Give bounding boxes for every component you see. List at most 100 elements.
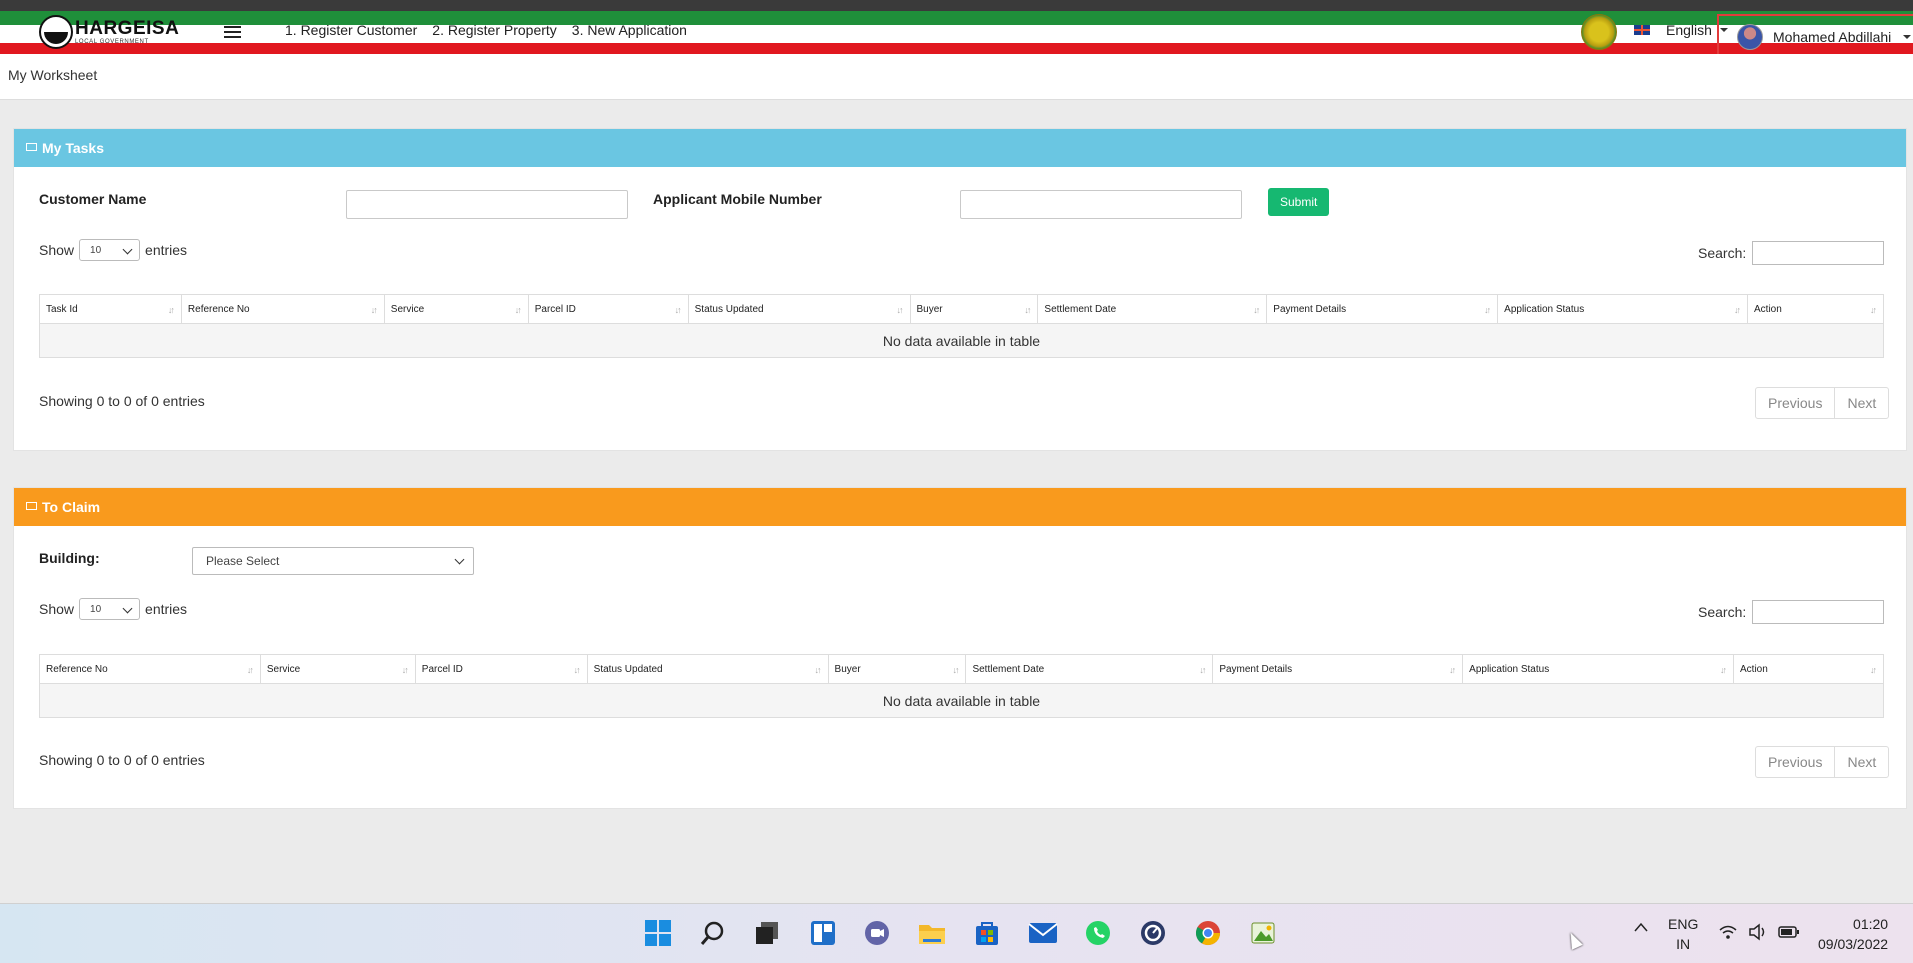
sort-icon: ↓↑ (370, 305, 378, 315)
entries-select[interactable]: 10 (79, 239, 141, 261)
logo-text: HARGEISA (75, 18, 180, 39)
top-nav: 1. Register Customer 2. Register Propert… (285, 22, 687, 38)
sort-icon: ↓↑ (1484, 305, 1491, 315)
to-claim-panel: To Claim Building: Please Select Show 10… (13, 487, 1907, 809)
customer-name-label: Customer Name (39, 191, 147, 207)
my-tasks-header: My Tasks (14, 129, 1906, 167)
wifi-icon[interactable] (1719, 924, 1737, 943)
col-settlement-date[interactable]: Settlement Date ↓↑ (965, 654, 1214, 684)
table-row: No data available in table (39, 683, 1884, 718)
browser-top-strip (0, 0, 1913, 11)
col-reference-no[interactable]: Reference No ↓↑ (39, 654, 261, 684)
sort-icon: ↓↑ (401, 665, 409, 675)
windows-start-icon[interactable] (643, 918, 673, 948)
worksheet-bar: My Worksheet (0, 54, 1913, 100)
app-icon[interactable] (1138, 918, 1168, 948)
tasks-table: Task Id ↓↑ Reference No ↓↑ Service ↓↑ Parce… (39, 294, 1884, 358)
chrome-icon[interactable] (1193, 918, 1223, 948)
col-buyer[interactable]: Buyer ↓↑ (827, 654, 967, 684)
volume-icon[interactable] (1748, 923, 1768, 944)
teams-chat-icon[interactable] (862, 918, 892, 948)
col-application-status[interactable]: Application Status ↓↑ (1462, 654, 1734, 684)
empty-message: No data available in table (39, 683, 1884, 718)
col-reference-no[interactable]: Reference No ↓↑ (180, 294, 385, 324)
col-status-updated[interactable]: Status Updated ↓↑ (586, 654, 829, 684)
search-label: Search: (1698, 245, 1747, 261)
nav-register-customer[interactable]: 1. Register Customer (285, 22, 417, 38)
table-header-row: Task Id ↓↑ Reference No ↓↑ Service ↓↑ Parce… (39, 294, 1884, 324)
col-application-status[interactable]: Application Status ↓↑ (1497, 294, 1749, 324)
sort-icon: ↓↑ (896, 305, 904, 315)
sort-icon: ↓↑ (246, 665, 254, 675)
pagination: Previous Next (1755, 746, 1890, 778)
sort-icon: ↓↑ (814, 665, 822, 675)
customer-name-input[interactable] (346, 190, 628, 219)
col-task-id[interactable]: Task Id ↓↑ (39, 294, 182, 324)
widgets-icon[interactable] (808, 918, 838, 948)
logo-subtext: LOCAL GOVERNMENT (75, 39, 149, 45)
col-status-updated[interactable]: Status Updated ↓↑ (687, 294, 911, 324)
table-info: Showing 0 to 0 of 0 entries (39, 393, 205, 409)
building-select[interactable]: Please Select (192, 547, 474, 575)
col-payment-details[interactable]: Payment Details ↓↑ (1212, 654, 1464, 684)
search-icon[interactable] (698, 918, 728, 948)
sort-icon: ↓↑ (1734, 305, 1741, 315)
hargeisa-logo[interactable]: HARGEISA LOCAL GOVERNMENT (39, 15, 179, 49)
nav-register-property[interactable]: 2. Register Property (432, 22, 557, 38)
whatsapp-icon[interactable] (1083, 918, 1113, 948)
battery-icon[interactable] (1778, 925, 1800, 941)
sort-icon: ↓↑ (1449, 665, 1456, 675)
task-view-icon[interactable] (752, 918, 782, 948)
search-input[interactable] (1752, 600, 1885, 624)
sort-icon: ↓↑ (1870, 665, 1877, 675)
table-search: Search: (1698, 600, 1885, 624)
sort-icon: ↓↑ (1720, 665, 1727, 675)
store-icon[interactable] (972, 918, 1002, 948)
show-hidden-icons-icon[interactable] (1633, 920, 1649, 936)
next-button[interactable]: Next (1834, 388, 1888, 418)
col-service[interactable]: Service ↓↑ (383, 294, 529, 324)
system-clock[interactable]: 01:20 09/03/2022 (1818, 914, 1888, 954)
sort-icon: ↓↑ (1253, 305, 1260, 315)
language-label: English (1666, 22, 1712, 38)
user-menu[interactable]: Mohamed Abdillahi (1717, 14, 1913, 59)
image-app-icon[interactable] (1248, 918, 1278, 948)
panel-icon (26, 502, 37, 510)
submit-button[interactable]: Submit (1268, 188, 1330, 216)
menu-toggle-icon[interactable] (224, 26, 241, 38)
col-settlement-date[interactable]: Settlement Date ↓↑ (1037, 294, 1268, 324)
nav-new-application[interactable]: 3. New Application (572, 22, 687, 38)
col-action[interactable]: Action ↓↑ (1747, 294, 1884, 324)
language-dropdown[interactable]: English (1634, 22, 1728, 38)
sort-icon: ↓↑ (167, 305, 175, 315)
chevron-down-icon (1903, 34, 1912, 39)
building-label: Building: (39, 550, 100, 566)
page-title: My Worksheet (8, 67, 98, 83)
search-input[interactable] (1752, 241, 1885, 265)
col-action[interactable]: Action ↓↑ (1733, 654, 1884, 684)
clock-time: 01:20 (1853, 916, 1889, 932)
col-parcel-id[interactable]: Parcel ID ↓↑ (527, 294, 689, 324)
flag-red-band (0, 43, 1913, 54)
user-name: Mohamed Abdillahi (1773, 28, 1892, 45)
mobile-number-label: Applicant Mobile Number (653, 191, 822, 207)
next-button[interactable]: Next (1834, 747, 1888, 777)
input-language-indicator[interactable]: ENG IN (1668, 914, 1698, 954)
search-label: Search: (1698, 604, 1747, 620)
col-buyer[interactable]: Buyer ↓↑ (909, 294, 1039, 324)
mail-icon[interactable] (1028, 918, 1058, 948)
file-explorer-icon[interactable] (917, 918, 947, 948)
app-header: HARGEISA LOCAL GOVERNMENT 1. Register Cu… (0, 11, 1913, 59)
col-parcel-id[interactable]: Parcel ID ↓↑ (414, 654, 588, 684)
mobile-number-input[interactable] (960, 190, 1242, 219)
col-payment-details[interactable]: Payment Details ↓↑ (1266, 294, 1499, 324)
col-service[interactable]: Service ↓↑ (259, 654, 416, 684)
sort-icon: ↓↑ (674, 305, 682, 315)
sort-icon: ↓↑ (952, 665, 959, 675)
entries-select[interactable]: 10 (79, 598, 141, 620)
previous-button[interactable]: Previous (1756, 747, 1834, 777)
my-tasks-title: My Tasks (42, 140, 104, 156)
entries-length: Show 10 entries (39, 239, 187, 261)
previous-button[interactable]: Previous (1756, 388, 1834, 418)
pagination: Previous Next (1755, 387, 1890, 419)
